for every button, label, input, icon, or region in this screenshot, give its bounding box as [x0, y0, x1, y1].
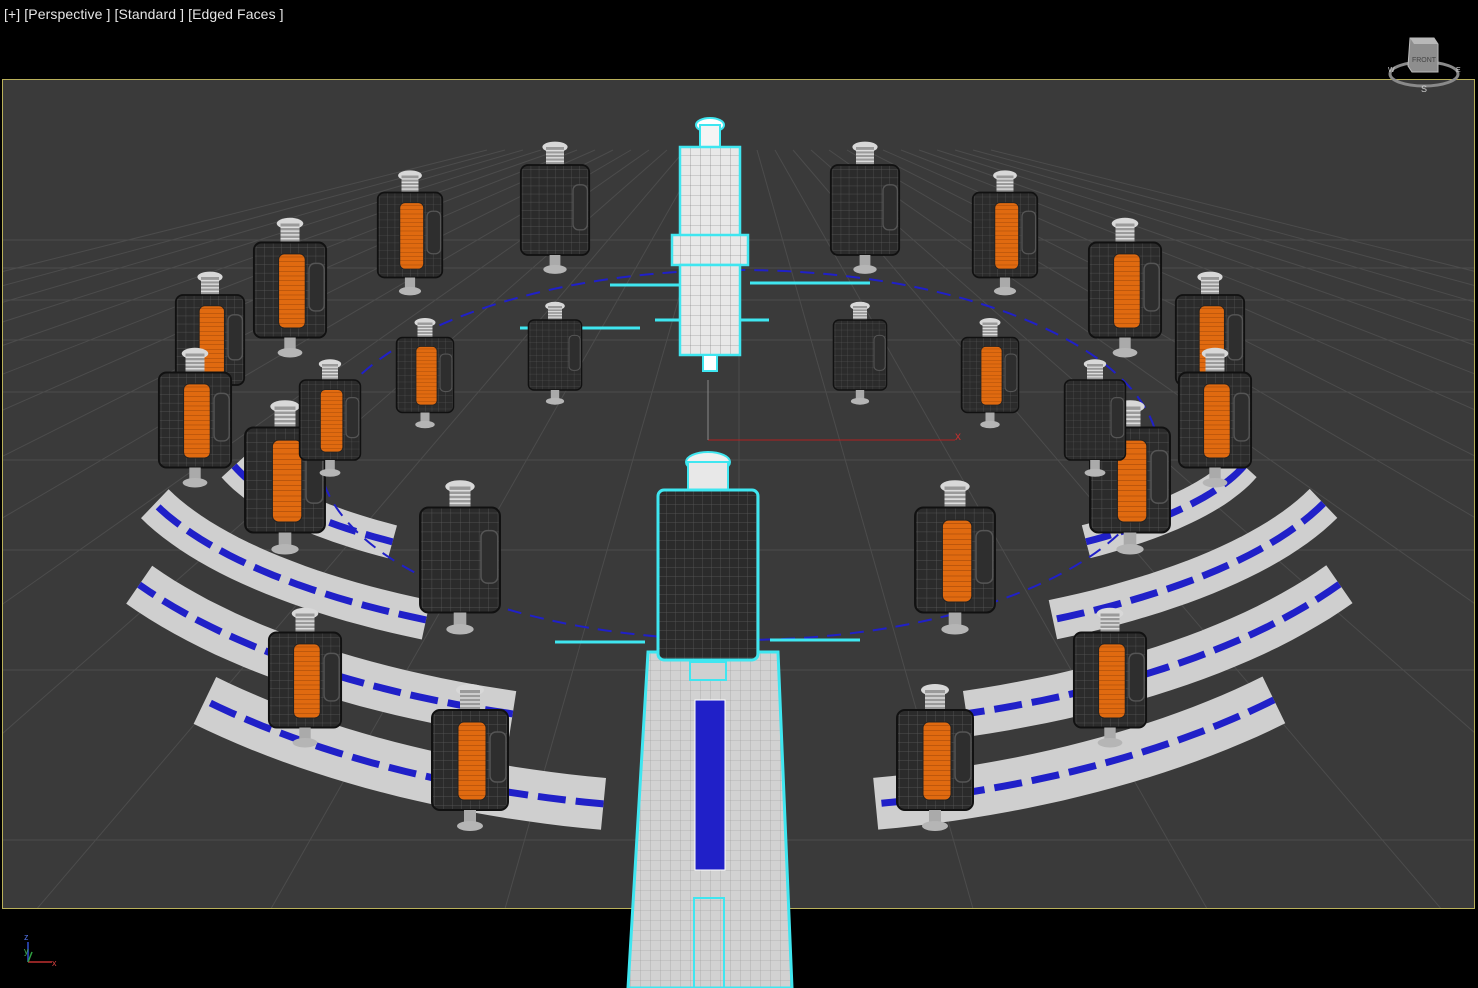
viewcube-south: S [1421, 84, 1427, 94]
axis-y: y [24, 946, 29, 956]
solenoid-unit [1087, 217, 1163, 358]
solenoid-unit [971, 170, 1039, 296]
axis-z: z [24, 932, 29, 942]
solenoid-unit [914, 480, 996, 635]
viewport-scene[interactable]: x [0, 0, 1478, 988]
axis-x: x [52, 958, 57, 968]
viewcube-east: E [1456, 67, 1461, 74]
solenoid-unit [829, 141, 901, 274]
viewport-style-menu[interactable]: [Edged Faces ] [188, 6, 284, 22]
solenoid-unit [896, 684, 974, 831]
solenoid-unit [395, 318, 455, 429]
solenoid-unit [527, 301, 583, 405]
viewport-view-menu[interactable]: [Perspective ] [24, 6, 110, 22]
solenoid-unit [252, 217, 328, 358]
viewport-shading-menu[interactable]: [Standard ] [114, 6, 184, 22]
selected-solenoid [670, 117, 750, 372]
viewcube-icon[interactable]: FRONT S W E [1384, 32, 1464, 94]
solenoid-unit [960, 318, 1020, 429]
viewport-plus-menu[interactable]: [+] [4, 6, 20, 22]
solenoid-unit [376, 170, 444, 296]
selected-front-solenoid [626, 451, 794, 988]
solenoid-unit [419, 480, 501, 635]
viewport-label-menu: [+] [Perspective ] [Standard ] [Edged Fa… [4, 6, 284, 22]
solenoid-unit [298, 359, 362, 477]
scene-axis-x-label: x [955, 429, 961, 443]
solenoid-unit [1063, 359, 1127, 477]
axis-tripod-icon: z y x [24, 932, 57, 968]
selected-solenoids[interactable] [626, 117, 794, 988]
viewcube-face-label: FRONT [1412, 57, 1437, 64]
solenoid-unit [519, 141, 591, 274]
scene-axis-line: x [707, 380, 961, 443]
solenoid-unit [267, 607, 343, 748]
viewcube-west: W [1388, 67, 1395, 74]
solenoid-unit [832, 301, 888, 405]
